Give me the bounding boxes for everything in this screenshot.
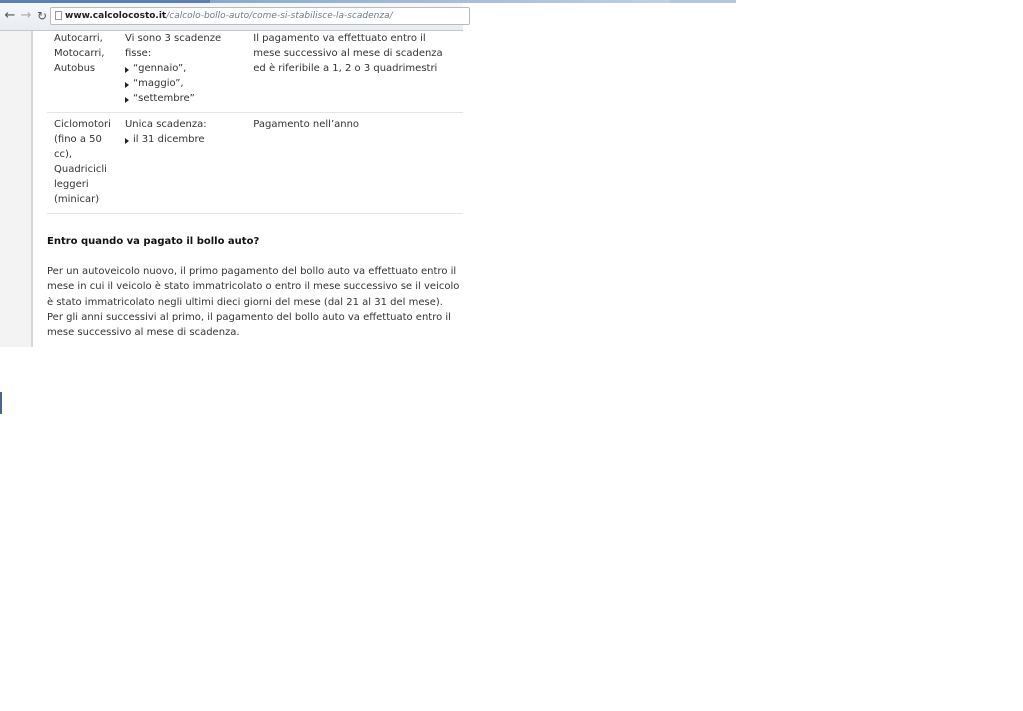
deadline-intro: Vi sono 3 scadenze fisse: xyxy=(124,33,222,59)
deadline-cell: Unica scadenza: il 31 dicembre xyxy=(117,112,247,214)
section-heading: Entro quando va pagato il bollo auto? xyxy=(47,236,260,247)
vehicle-line: Quadricicli xyxy=(54,164,107,175)
vehicle-line: Autocarri, xyxy=(54,33,103,44)
taskbar-strip-end xyxy=(670,0,736,3)
section-body: Per un autoveicolo nuovo, il primo pagam… xyxy=(47,264,463,340)
deadline-item: “settembre” xyxy=(124,91,239,106)
vehicle-line: cc), xyxy=(54,149,73,160)
payment-cell: Pagamento nell’anno xyxy=(246,112,463,214)
deadline-intro: Unica scadenza: xyxy=(124,119,207,130)
browser-toolbar: ← → ↻ www.calcolocosto.it/calcolo-bollo-… xyxy=(0,3,470,31)
deadline-item: il 31 dicembre xyxy=(124,132,239,147)
vehicle-line: (minicar) xyxy=(54,194,100,205)
payment-cell: Il pagamento va effettuato entro il mese… xyxy=(246,31,463,113)
page-icon xyxy=(55,11,62,20)
table-row: Ciclomotori (fino a 50 cc), Quadricicli … xyxy=(47,112,463,214)
forward-arrow-icon[interactable]: → xyxy=(19,9,33,23)
paragraph: Per un autoveicolo nuovo, il primo pagam… xyxy=(47,266,460,308)
back-arrow-icon[interactable]: ← xyxy=(3,9,17,23)
desktop-edge-mark xyxy=(0,392,2,414)
table-row: Autocarri, Motocarri, Autobus Vi sono 3 … xyxy=(47,31,463,113)
vehicle-line: Ciclomotori xyxy=(54,119,111,130)
vehicle-cell: Autocarri, Motocarri, Autobus xyxy=(47,31,118,113)
web-page: Autocarri, Motocarri, Autobus Vi sono 3 … xyxy=(0,31,463,347)
deadline-cell: Vi sono 3 scadenze fisse: “gennaio”, “ma… xyxy=(117,31,247,113)
vehicle-line: Motocarri, xyxy=(54,48,105,59)
reload-icon[interactable]: ↻ xyxy=(35,9,49,23)
paragraph: Per gli anni successivi al primo, il pag… xyxy=(47,311,451,339)
address-bar[interactable]: www.calcolocosto.it/calcolo-bollo-auto/c… xyxy=(50,7,470,25)
vehicle-line: (fino a 50 xyxy=(54,134,102,145)
url-path: /calcolo-bollo-auto/come-si-stabilisce-l… xyxy=(166,11,393,21)
vehicle-line: Autobus xyxy=(54,63,96,74)
deadline-item: “maggio”, xyxy=(124,76,239,91)
page-left-gutter xyxy=(0,31,33,347)
deadlines-table: Autocarri, Motocarri, Autobus Vi sono 3 … xyxy=(47,31,463,214)
deadline-item: “gennaio”, xyxy=(124,61,239,76)
vehicle-line: leggeri xyxy=(54,179,89,190)
url-host: www.calcolocosto.it xyxy=(65,11,167,21)
vehicle-cell: Ciclomotori (fino a 50 cc), Quadricicli … xyxy=(47,112,118,214)
